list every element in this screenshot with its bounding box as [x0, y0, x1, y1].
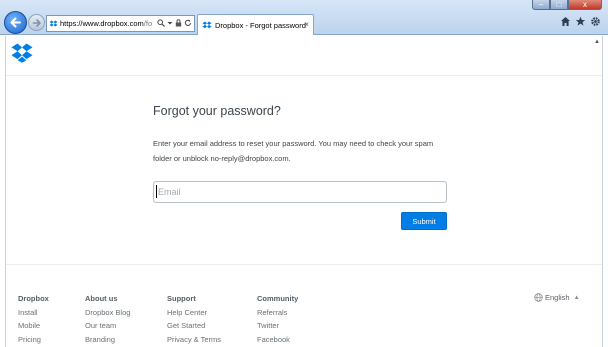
language-selector[interactable]: English ▲	[534, 293, 580, 302]
url-path: /fo	[143, 19, 153, 28]
home-icon[interactable]	[560, 16, 571, 27]
footer-link-mobile[interactable]: Mobile	[18, 319, 49, 333]
dropbox-favicon	[202, 21, 212, 28]
tab-title: Dropbox - Forgot password	[215, 20, 306, 30]
search-icon[interactable]	[157, 19, 165, 27]
footer-link-referrals[interactable]: Referrals	[257, 306, 298, 320]
address-bar[interactable]: https://www.dropbox.com/fo	[46, 15, 195, 32]
forward-arrow-icon	[32, 18, 41, 27]
page-title: Forgot your password?	[153, 104, 281, 118]
footer-heading: Support	[167, 294, 196, 303]
scroll-up-icon[interactable]: ▲	[594, 39, 600, 45]
submit-button[interactable]: Submit	[401, 212, 447, 230]
footer-heading: About us	[85, 294, 118, 303]
footer-divider	[6, 264, 602, 265]
dropdown-icon[interactable]	[167, 19, 173, 27]
maximize-button[interactable]: □	[550, 0, 568, 10]
page-content: ▲ Forgot your password? Enter your email…	[5, 36, 603, 347]
footer-column-about: About us Dropbox Blog Our team Branding	[85, 292, 130, 346]
footer-link-twitter[interactable]: Twitter	[257, 319, 298, 333]
star-icon[interactable]	[575, 16, 586, 27]
url-host: https://www.dropbox.com	[60, 19, 144, 28]
footer-link-privacy-terms[interactable]: Privacy & Terms	[167, 333, 221, 347]
gear-icon[interactable]	[590, 16, 601, 27]
tab-close-button[interactable]: ×	[304, 20, 309, 29]
forward-button[interactable]	[28, 14, 45, 31]
language-label: English	[545, 293, 570, 302]
text-cursor	[156, 185, 157, 198]
address-bar-icons	[157, 19, 192, 27]
footer-link-help-center[interactable]: Help Center	[167, 306, 221, 320]
instructions-text: Enter your email address to reset your p…	[153, 139, 434, 163]
email-field[interactable]	[153, 181, 447, 203]
caret-up-icon: ▲	[573, 294, 580, 301]
footer-column-support: Support Help Center Get Started Privacy …	[167, 292, 221, 346]
footer-link-team[interactable]: Our team	[85, 319, 130, 333]
back-arrow-icon	[10, 17, 21, 28]
dropbox-favicon	[49, 19, 58, 26]
lock-icon[interactable]	[175, 19, 182, 27]
globe-icon	[534, 293, 543, 302]
footer-link-install[interactable]: Install	[18, 306, 49, 320]
footer-link-facebook[interactable]: Facebook	[257, 333, 298, 347]
footer-link-blog[interactable]: Dropbox Blog	[85, 306, 130, 320]
header-divider	[6, 75, 602, 76]
footer-column-dropbox: Dropbox Install Mobile Pricing	[18, 292, 49, 346]
refresh-icon[interactable]	[184, 19, 192, 27]
dropbox-logo[interactable]	[11, 43, 33, 63]
footer-link-pricing[interactable]: Pricing	[18, 333, 49, 347]
footer-heading: Community	[257, 294, 299, 303]
window-controls: – □ x	[532, 0, 602, 10]
footer-link-get-started[interactable]: Get Started	[167, 319, 221, 333]
footer-heading: Dropbox	[18, 294, 49, 303]
minimize-button[interactable]: –	[532, 0, 550, 10]
browser-chrome: – □ x https://www.dropbox.com/fo Dropbox…	[0, 0, 608, 35]
footer-column-community: Community Referrals Twitter Facebook	[257, 292, 298, 346]
footer-link-branding[interactable]: Branding	[85, 333, 130, 347]
tab-forgot-password[interactable]: Dropbox - Forgot password ×	[197, 14, 314, 35]
back-button[interactable]	[4, 11, 27, 34]
close-window-button[interactable]: x	[568, 0, 602, 10]
